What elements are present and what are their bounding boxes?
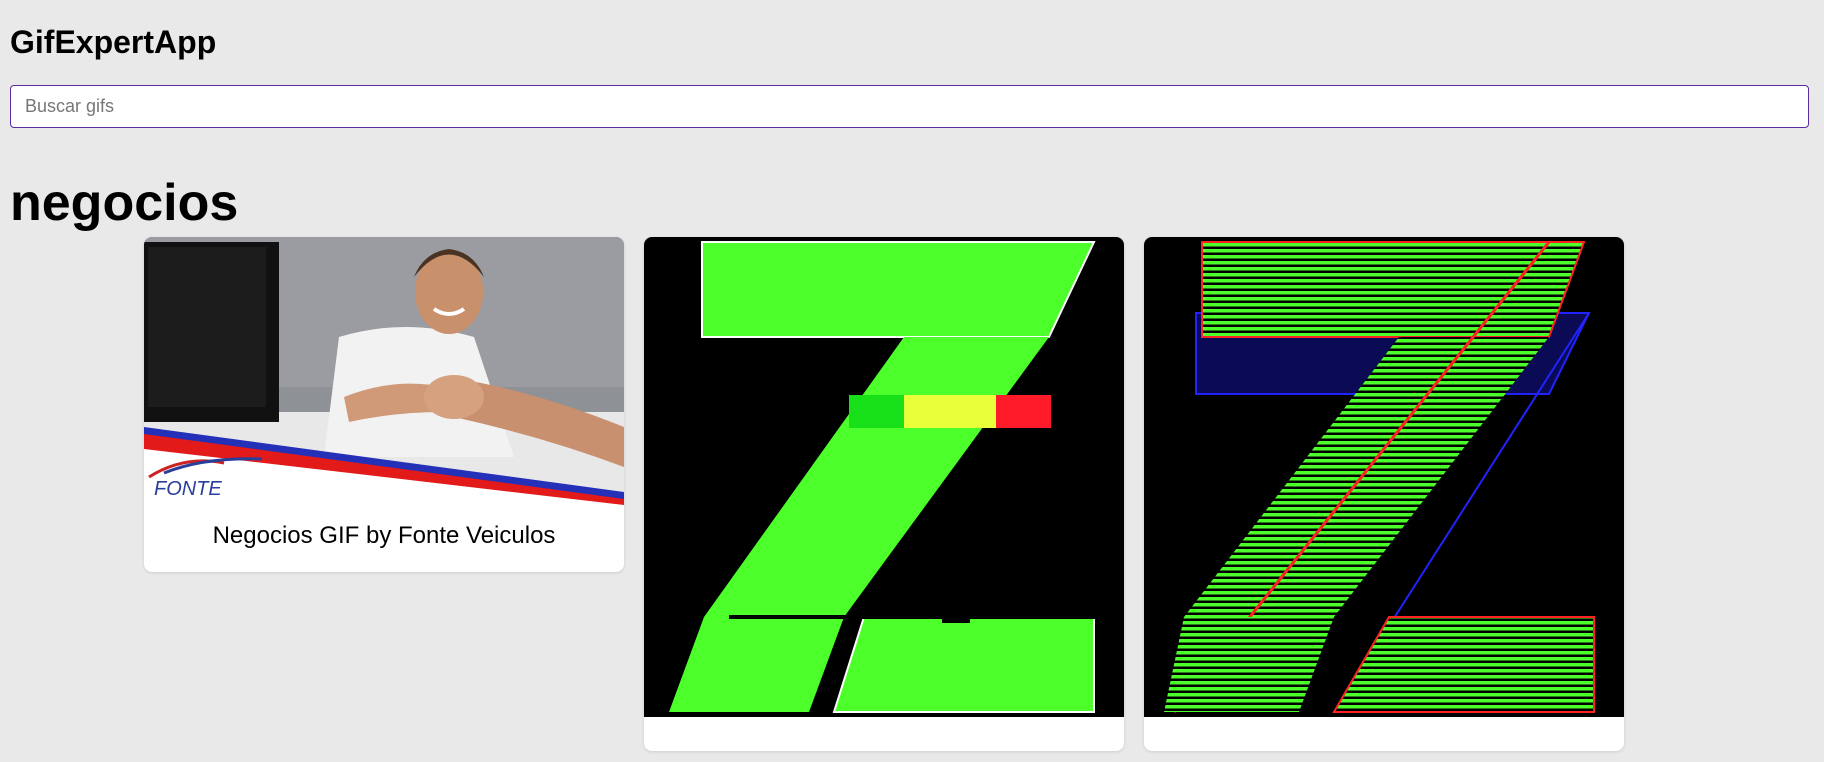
- app-title: GifExpertApp: [10, 24, 217, 60]
- gif-image[interactable]: [644, 237, 1124, 717]
- app-root: GifExpertApp negocios: [0, 0, 1824, 762]
- gif-image[interactable]: FONTE: [144, 237, 624, 505]
- category-title: negocios: [10, 174, 239, 232]
- fonte-logo-text: FONTE: [154, 478, 222, 500]
- gif-grid: FONTE Negocios GIF by Fonte Veiculos: [144, 237, 1624, 751]
- gif-card[interactable]: [644, 237, 1124, 751]
- gif-caption: [1144, 717, 1624, 751]
- gif-caption: Negocios GIF by Fonte Veiculos: [212, 522, 556, 549]
- gif-image[interactable]: [1144, 237, 1624, 717]
- gif-card[interactable]: FONTE Negocios GIF by Fonte Veiculos: [144, 237, 624, 572]
- gif-card[interactable]: [1144, 237, 1624, 751]
- search-input[interactable]: [10, 85, 1809, 128]
- gif-caption: [644, 717, 1124, 751]
